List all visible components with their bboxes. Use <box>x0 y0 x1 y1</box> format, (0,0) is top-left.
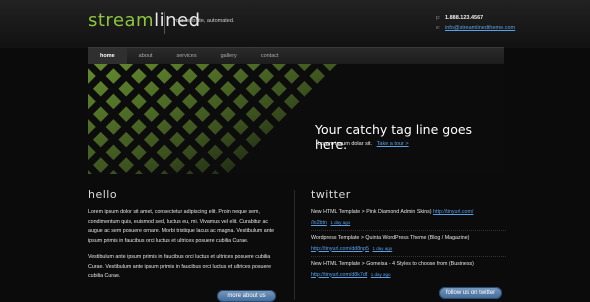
hero-subtext: Lorem ipsum dolar sit. Take a tour > <box>318 141 409 147</box>
hero-headline: Your catchy tag line goes here. <box>315 122 473 152</box>
nav-item-services[interactable]: services <box>164 48 208 65</box>
tweet-item: New HTML Template > Pink Diamond Admin S… <box>311 208 506 231</box>
tweet-item: Wordpress Template > Quinta WordPress Th… <box>311 234 506 257</box>
email-link[interactable]: info@streamlinedtheme.com <box>445 23 515 33</box>
tweet-link[interactable]: http://tinyurl.com/ <box>433 209 473 215</box>
tweet-time[interactable]: 1 day ago <box>371 272 391 277</box>
tweet-item: New HTML Template > Gomeisa - 4 Styles t… <box>311 260 506 280</box>
tweet-text: Wordpress Template > Quinta WordPress Th… <box>311 235 470 241</box>
hello-paragraph-1: Lorem ipsum dolor sit amet, consectetur … <box>88 209 275 244</box>
nav-item-contact[interactable]: contact <box>249 48 291 65</box>
nav-item-home[interactable]: home <box>88 48 127 65</box>
twitter-title: twitter <box>311 188 351 201</box>
phone-number: 1.888.123.4567 <box>445 15 484 21</box>
tweet-time[interactable]: 1 day ago <box>330 220 350 225</box>
column-divider <box>294 190 295 300</box>
hero-diamond-pattern <box>88 64 504 174</box>
more-about-us-button[interactable]: more about us <box>217 290 276 302</box>
hero-banner: Your catchy tag line goes here. Lorem ip… <box>88 64 504 174</box>
site-tagline: your website, automated. <box>173 18 235 24</box>
logo-part-green: stream <box>88 10 155 31</box>
take-tour-link[interactable]: Take a tour > <box>377 141 409 147</box>
nav-item-about[interactable]: about <box>127 48 165 65</box>
hello-body: Lorem ipsum dolor sit amet, consectetur … <box>88 208 278 289</box>
hero-sub-text: Lorem ipsum dolar sit. <box>318 141 373 147</box>
email-icon: e: <box>436 25 441 31</box>
tweet-link-cont[interactable]: /lo2btn <box>311 220 327 226</box>
logo-divider <box>164 12 165 34</box>
tweet-separator <box>311 230 506 231</box>
hello-title: hello <box>88 188 118 201</box>
hello-paragraph-2: Vestibulum ante ipsum primis in faucibus… <box>88 254 272 279</box>
tweet-separator <box>311 256 506 257</box>
contact-info: p: 1.888.123.4567 e: info@streamlinedthe… <box>436 13 515 33</box>
phone-icon: p: <box>436 15 441 21</box>
tweet-link[interactable]: http://tinyurl.com/dd8np5 <box>311 246 369 252</box>
tweet-link[interactable]: http://tinyurl.com/d8k7df <box>311 272 367 278</box>
nav-item-gallery[interactable]: gallery <box>209 48 249 65</box>
tweet-text: New HTML Template > Gomeisa - 4 Styles t… <box>311 261 474 267</box>
tweet-text: New HTML Template > Pink Diamond Admin S… <box>311 209 432 215</box>
tweet-time[interactable]: 1 day ago <box>373 246 393 251</box>
main-nav: home about services gallery contact <box>88 47 504 65</box>
tweet-list: New HTML Template > Pink Diamond Admin S… <box>311 208 506 283</box>
follow-twitter-button[interactable]: follow us on twitter <box>439 287 502 299</box>
